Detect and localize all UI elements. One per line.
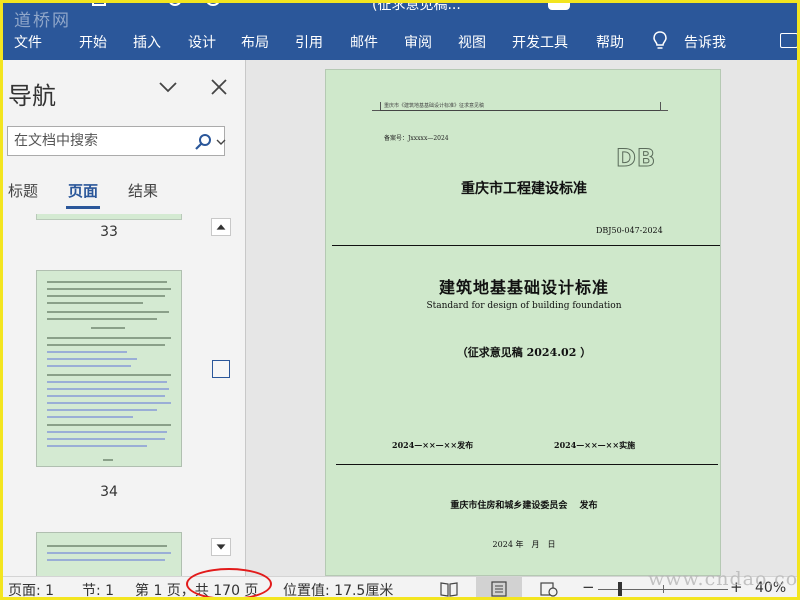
save-icon[interactable] bbox=[92, 0, 106, 6]
chevron-down-icon[interactable] bbox=[158, 80, 178, 94]
active-tab-indicator bbox=[66, 206, 100, 209]
print-preview-icon[interactable] bbox=[206, 0, 220, 6]
web-layout-icon[interactable] bbox=[540, 581, 558, 597]
status-position[interactable]: 位置值: 17.5厘米 bbox=[283, 580, 393, 600]
effective-date: 2024—××—××实施 bbox=[554, 440, 636, 450]
page-number-label: 33 bbox=[100, 224, 118, 240]
tab-developer[interactable]: 开发工具 bbox=[512, 32, 568, 52]
status-section[interactable]: 节: 1 bbox=[82, 580, 114, 600]
publish-date: 2024—××—××发布 bbox=[392, 440, 474, 450]
tab-file[interactable]: 文件 bbox=[14, 32, 42, 52]
navigation-pane: 导航 标题 页面 结果 33 bbox=[0, 60, 246, 576]
document-area[interactable]: 重庆市《建筑地基基础设计标准》征求意见稿 备案号：Jxxxxx—2024 DB … bbox=[247, 60, 800, 576]
zoom-out-button[interactable]: − bbox=[582, 578, 595, 596]
tab-design[interactable]: 设计 bbox=[188, 32, 216, 52]
publication-date: 2024 年 月 日 bbox=[492, 540, 556, 549]
crop-mark bbox=[660, 110, 668, 111]
english-title: Standard for design of building foundati… bbox=[426, 301, 622, 311]
scroll-up-button[interactable] bbox=[211, 218, 231, 236]
search-box bbox=[7, 126, 226, 156]
tab-layout[interactable]: 布局 bbox=[241, 32, 269, 52]
watermark-url: www.cndao.com bbox=[648, 568, 800, 590]
tab-insert[interactable]: 插入 bbox=[133, 32, 161, 52]
document-title: (征求意见稿... bbox=[372, 0, 461, 13]
tell-me-search[interactable]: 告诉我 bbox=[684, 32, 726, 52]
page-thumbnails: 33 34 bbox=[0, 214, 208, 576]
tab-view[interactable]: 视图 bbox=[458, 32, 486, 52]
draft-label: （征求意见稿 2024.02 ） bbox=[456, 346, 592, 359]
page-thumbnail-34[interactable] bbox=[36, 270, 182, 467]
page-thumbnail-35[interactable] bbox=[36, 532, 182, 576]
title-bar: (征求意见稿... bbox=[0, 0, 800, 24]
standard-category-title: 重庆市工程建设标准 bbox=[461, 181, 587, 197]
account-icon[interactable] bbox=[548, 0, 570, 10]
crop-mark bbox=[660, 102, 661, 110]
thumbnails-scrollbar[interactable] bbox=[211, 214, 231, 560]
search-icon[interactable] bbox=[194, 133, 212, 151]
document-page[interactable]: 重庆市《建筑地基基础设计标准》征求意见稿 备案号：Jxxxxx—2024 DB … bbox=[325, 69, 721, 576]
tab-review[interactable]: 审阅 bbox=[404, 32, 432, 52]
status-page[interactable]: 页面: 1 bbox=[8, 580, 54, 600]
close-icon[interactable] bbox=[210, 78, 228, 96]
tab-home[interactable]: 开始 bbox=[79, 32, 107, 52]
publisher: 重庆市住房和城乡建设委员会 发布 bbox=[450, 501, 598, 511]
ribbon-tabs: 文件 开始 插入 设计 布局 引用 邮件 审阅 视图 开发工具 帮助 告诉我 bbox=[0, 24, 800, 60]
tab-headings[interactable]: 标题 bbox=[8, 180, 38, 201]
scroll-down-button[interactable] bbox=[211, 538, 231, 556]
title-rule-top bbox=[332, 245, 720, 246]
document-main-title: 建筑地基基础设计标准 bbox=[438, 278, 609, 297]
db-logo: DB bbox=[615, 144, 657, 173]
nav-tabs: 标题 页面 结果 bbox=[0, 178, 246, 212]
standard-number: DBJ50-047-2024 bbox=[596, 226, 663, 235]
crop-mark bbox=[380, 102, 381, 110]
search-input[interactable] bbox=[8, 127, 188, 155]
title-rule-bottom bbox=[336, 464, 718, 465]
comment-icon[interactable] bbox=[780, 33, 798, 48]
search-options-dropdown-icon[interactable] bbox=[216, 138, 226, 146]
undo-icon[interactable] bbox=[168, 0, 182, 6]
crop-mark bbox=[372, 110, 380, 111]
zoom-slider-thumb[interactable] bbox=[618, 582, 622, 596]
tab-help[interactable]: 帮助 bbox=[596, 32, 624, 52]
lightbulb-icon[interactable] bbox=[652, 30, 668, 52]
page-number-label: 34 bbox=[100, 484, 118, 500]
header-rule bbox=[380, 110, 660, 111]
highlight-ellipse bbox=[186, 568, 272, 600]
print-layout-icon[interactable] bbox=[490, 581, 508, 597]
tab-pages[interactable]: 页面 bbox=[68, 180, 98, 201]
nav-pane-title: 导航 bbox=[8, 82, 56, 110]
triangle-up-icon bbox=[216, 224, 226, 230]
tab-references[interactable]: 引用 bbox=[295, 32, 323, 52]
running-header: 重庆市《建筑地基基础设计标准》征求意见稿 bbox=[384, 103, 485, 109]
record-number: 备案号：Jxxxxx—2024 bbox=[384, 135, 449, 142]
tab-results[interactable]: 结果 bbox=[128, 180, 158, 201]
scrollbar-thumb[interactable] bbox=[212, 360, 230, 378]
watermark-logo: 道桥网 bbox=[14, 11, 71, 31]
page-thumbnail-33[interactable] bbox=[36, 214, 182, 220]
tab-mailings[interactable]: 邮件 bbox=[350, 32, 378, 52]
read-mode-icon[interactable] bbox=[440, 581, 458, 597]
triangle-down-icon bbox=[216, 544, 226, 550]
